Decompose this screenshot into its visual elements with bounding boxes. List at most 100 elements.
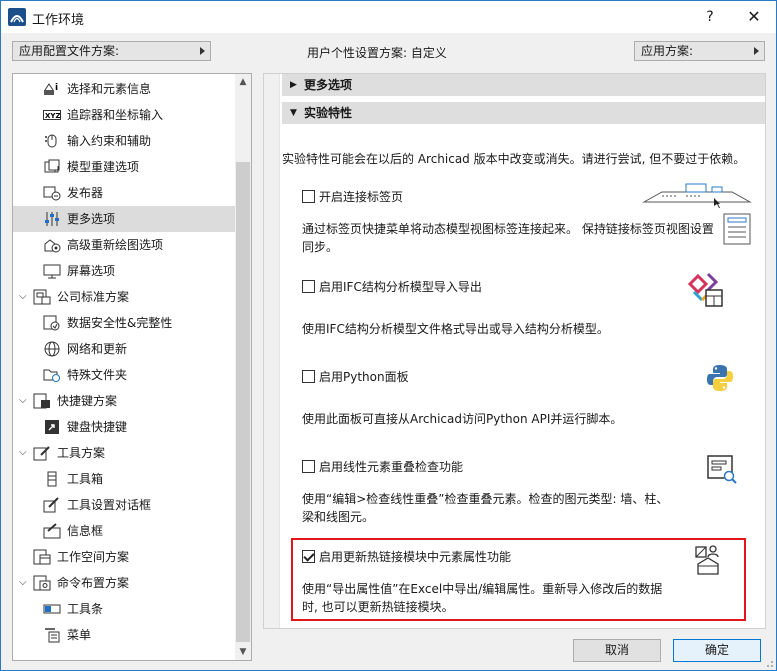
scroll-up-arrow-icon[interactable]: ▲ <box>235 74 251 90</box>
section-experimental[interactable]: ▼ 实验特性 <box>282 102 765 124</box>
tree-item-network-updates[interactable]: 网络和更新 <box>13 336 236 362</box>
toolbar-icon <box>43 604 61 614</box>
info-box-icon <box>43 523 61 539</box>
tool-settings-icon <box>43 497 59 513</box>
feature-desc-line: 时, 也可以更新热链接模块。 <box>302 600 454 614</box>
help-button[interactable]: ? <box>693 1 727 33</box>
tree-item-label: 追踪器和坐标输入 <box>67 108 164 122</box>
tree-item-tracker[interactable]: XYZ 追踪器和坐标输入 <box>13 102 236 128</box>
tree-item-shortcut-scheme[interactable]: ⌵ 快捷键方案 <box>13 388 236 414</box>
tree-item-label: 快捷键方案 <box>57 394 118 408</box>
overlap-check-icon <box>707 455 737 484</box>
tool-scheme-icon <box>33 446 50 461</box>
monitor-icon <box>43 264 61 279</box>
feature-description: 使用“编辑>检查线性重叠”检查重叠元素。检查的图元类型: 墙、柱、 梁和线图元。 <box>302 490 732 526</box>
tree-item-more-options[interactable]: 更多选项 <box>13 206 236 232</box>
tree-item-menu[interactable]: 菜单 <box>13 622 236 648</box>
tree-item-label: 键盘快捷键 <box>67 420 128 434</box>
ifc-structural-checkbox[interactable] <box>302 280 315 293</box>
feature-description: 使用此面板可直接从Archicad访问Python API并运行脚本。 <box>302 410 732 428</box>
tree-item-label: 命令布置方案 <box>57 576 130 590</box>
options-scrollbar[interactable] <box>264 74 280 628</box>
experimental-intro: 实验特性可能会在以后的 Archicad 版本中改变或消失。请进行尝试, 但不要… <box>282 152 746 166</box>
tree-scrollbar[interactable]: ▲ ▼ <box>235 74 251 660</box>
tree-item-company-standards[interactable]: ⌵ 公司标准方案 <box>13 284 236 310</box>
svg-text:XYZ: XYZ <box>45 112 61 120</box>
tree-item-input-constraints[interactable]: 输入约束和辅助 <box>13 128 236 154</box>
apply-scheme-dropdown[interactable]: 应用方案: <box>634 41 765 61</box>
chevron-down-icon[interactable]: ⌵ <box>19 388 27 414</box>
chevron-down-icon[interactable]: ⌵ <box>19 570 27 596</box>
tree-item-label: 特殊文件夹 <box>67 368 128 382</box>
chevron-down-icon[interactable]: ⌵ <box>19 284 27 310</box>
tree-item-label: 工具设置对话框 <box>67 498 152 512</box>
tree-item-workspace-scheme[interactable]: 工作空间方案 <box>13 544 236 570</box>
tree-item-screen-options[interactable]: 屏幕选项 <box>13 258 236 284</box>
feature-desc-line: 使用“导出属性值”在Excel中导出/编辑属性。重新导入修改后的数据 <box>302 582 663 596</box>
feature-description: 使用“导出属性值”在Excel中导出/编辑属性。重新导入修改后的数据 时, 也可… <box>302 580 732 616</box>
tree-item-publisher[interactable]: 发布器 <box>13 180 236 206</box>
tree-item-label: 高级重新绘图选项 <box>67 238 164 252</box>
feature-title: 启用更新热链接模块中元素属性功能 <box>319 550 512 564</box>
profile-scheme-dropdown[interactable]: 应用配置文件方案: <box>12 41 211 61</box>
scroll-down-arrow-icon[interactable]: ▼ <box>235 644 251 660</box>
tree-item-keyboard-shortcuts[interactable]: 键盘快捷键 <box>13 414 236 440</box>
keyboard-shortcut-icon <box>45 420 59 434</box>
tree-item-data-safety[interactable]: 数据安全性&完整性 <box>13 310 236 336</box>
python-icon <box>707 365 733 391</box>
selection-info-icon: i <box>44 83 58 95</box>
tree-item-command-layout[interactable]: ⌵ 命令布置方案 <box>13 570 236 596</box>
close-button[interactable]: ✕ <box>737 1 771 33</box>
options-panel: ▶ 更多选项 ▼ 实验特性 实验特性可能会在以后的 Archicad 版本中改变… <box>263 73 766 629</box>
profile-scheme-label: 应用配置文件方案: <box>19 44 120 58</box>
tree-item-model-rebuild[interactable]: 模型重建选项 <box>13 154 236 180</box>
feature-desc-line: 使用“编辑>检查线性重叠”检查重叠元素。检查的图元类型: 墙、柱、 <box>302 492 669 506</box>
connected-tabs-icon <box>642 183 752 245</box>
connected-tabs-checkbox[interactable] <box>302 190 315 203</box>
tree-item-selection-info[interactable]: i 选择和元素信息 <box>13 76 236 102</box>
overlap-check-checkbox[interactable] <box>302 460 315 473</box>
tree-scroll-thumb[interactable] <box>236 162 250 642</box>
title-bar[interactable]: 工作环境 ? ✕ <box>1 1 776 33</box>
tree-item-label: 输入约束和辅助 <box>67 134 152 148</box>
tree-item-tool-settings-dialog[interactable]: 工具设置对话框 <box>13 492 236 518</box>
ok-button[interactable]: 确定 <box>673 639 761 662</box>
work-environment-dialog: 工作环境 ? ✕ 应用配置文件方案: 用户个性设置方案: 自定义 应用方案: i… <box>0 0 777 671</box>
svg-text:i: i <box>55 83 58 93</box>
tree-item-label: 工具条 <box>67 602 104 616</box>
tree-item-toolbar[interactable]: 工具条 <box>13 596 236 622</box>
toolbox-icon <box>47 471 57 487</box>
tree-item-info-box[interactable]: 信息框 <box>13 518 236 544</box>
settings-tree: i 选择和元素信息 XYZ 追踪器和坐标输入 输入约束和辅助 模型重建选项 发布… <box>12 73 252 661</box>
apply-scheme-label: 应用方案: <box>641 44 694 58</box>
tree-item-advanced-redraw[interactable]: 高级重新绘图选项 <box>13 232 236 258</box>
feature-title: 启用Python面板 <box>319 370 409 384</box>
tree-item-label: 网络和更新 <box>67 342 128 356</box>
redraw-icon <box>44 239 61 253</box>
user-scheme-label: 用户个性设置方案: 自定义 <box>307 46 447 60</box>
window-title: 工作环境 <box>32 13 85 28</box>
triangle-right-icon: ▶ <box>290 80 297 90</box>
sliders-icon <box>45 212 59 226</box>
chevron-down-icon[interactable]: ⌵ <box>19 440 27 466</box>
tree-item-label: 信息框 <box>67 524 104 538</box>
ifc-structural-icon <box>688 272 723 307</box>
chevron-right-icon <box>200 47 205 55</box>
company-standards-icon <box>33 289 51 305</box>
python-panel-checkbox[interactable] <box>302 370 315 383</box>
xyz-tracker-icon: XYZ <box>43 110 61 120</box>
tree-item-tool-scheme[interactable]: ⌵ 工具方案 <box>13 440 236 466</box>
tree-item-label: 公司标准方案 <box>57 290 130 304</box>
resize-grip-icon[interactable] <box>764 658 774 668</box>
section-more-options[interactable]: ▶ 更多选项 <box>282 74 765 96</box>
tree-item-label: 菜单 <box>67 628 92 642</box>
tree-item-special-folders[interactable]: 特殊文件夹 <box>13 362 236 388</box>
chevron-right-icon <box>754 47 759 55</box>
cancel-button[interactable]: 取消 <box>573 639 661 662</box>
feature-title: 启用IFC结构分析模型导入导出 <box>319 280 482 294</box>
hotlink-update-checkbox[interactable] <box>302 550 315 563</box>
tree-item-label: 工作空间方案 <box>57 550 130 564</box>
tree-item-label: 更多选项 <box>67 212 116 226</box>
tree-item-label: 选择和元素信息 <box>67 82 152 96</box>
tree-item-toolbox[interactable]: 工具箱 <box>13 466 236 492</box>
